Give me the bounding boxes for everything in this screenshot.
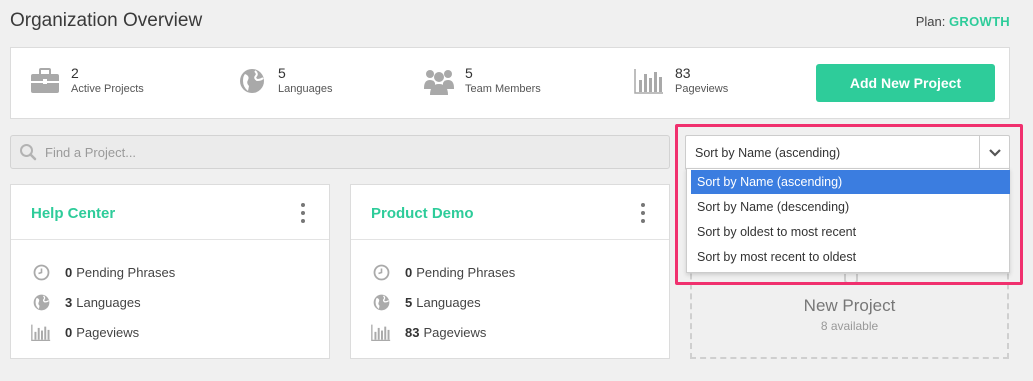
pending-phrases-metric: 0 Pending Phrases — [371, 262, 515, 282]
clock-icon — [371, 262, 391, 282]
stat-label: Active Projects — [71, 83, 144, 95]
stat-label: Team Members — [465, 83, 541, 95]
globe-icon — [371, 292, 391, 312]
page-title: Organization Overview — [10, 10, 203, 31]
plan-label: Plan: — [915, 14, 946, 29]
globe-icon — [236, 65, 268, 97]
languages-metric: 3 Languages — [31, 292, 141, 312]
stat-value: 5 — [465, 65, 473, 81]
new-project-title: New Project — [803, 296, 896, 315]
pending-phrases-metric: 0 Pending Phrases — [31, 262, 175, 282]
project-card: Help Center 0 Pending Phrases 3 Language… — [10, 184, 330, 359]
metric-value: 3 — [65, 294, 73, 310]
card-header: Help Center — [11, 185, 329, 240]
sort-option[interactable]: Sort by most recent to oldest — [691, 245, 1010, 269]
metric-label: Languages — [416, 294, 481, 310]
globe-icon — [31, 292, 51, 312]
project-name[interactable]: Product Demo — [371, 205, 474, 222]
bar-chart-icon — [31, 322, 51, 342]
metric-label: Pageviews — [76, 324, 140, 340]
metric-value: 83 — [405, 324, 420, 340]
stat-label: Languages — [278, 83, 333, 95]
add-new-project-button[interactable]: Add New Project — [816, 64, 995, 102]
metric-value: 5 — [405, 294, 413, 310]
metric-label: Pending Phrases — [416, 264, 516, 280]
card-header: Product Demo — [351, 185, 669, 240]
stat-value: 83 — [675, 65, 691, 81]
sort-dropdown: Sort by Name (ascending) Sort by Name (d… — [686, 168, 1010, 273]
metric-value: 0 — [65, 324, 73, 340]
kebab-menu-icon[interactable] — [639, 203, 647, 223]
metric-label: Pending Phrases — [76, 264, 176, 280]
stat-languages: 5 Languages — [236, 65, 332, 97]
search-box[interactable] — [10, 135, 670, 169]
project-card: Product Demo 0 Pending Phrases 5 Languag… — [350, 184, 670, 359]
briefcase-icon — [29, 65, 61, 97]
sort-option[interactable]: Sort by oldest to most recent — [691, 220, 1010, 244]
chevron-down-icon[interactable] — [979, 136, 1009, 169]
metric-value: 0 — [405, 264, 413, 280]
kebab-menu-icon[interactable] — [299, 203, 307, 223]
metric-label: Languages — [76, 294, 141, 310]
pageviews-metric: 83 Pageviews — [371, 322, 486, 342]
metric-value: 0 — [65, 264, 73, 280]
bar-chart-icon — [371, 322, 391, 342]
plan-value: GROWTH — [948, 14, 1010, 29]
sort-option[interactable]: Sort by Name (ascending) — [691, 170, 1010, 194]
stats-bar: 2 Active Projects 5 Languages 5 Team Mem… — [10, 47, 1010, 119]
stat-value: 5 — [278, 65, 286, 81]
search-input[interactable] — [45, 144, 645, 160]
stat-team-members: 5 Team Members — [423, 65, 541, 97]
team-icon — [423, 65, 455, 97]
new-project-available: 8 available — [820, 319, 879, 333]
stat-label: Pageviews — [675, 83, 729, 95]
project-name[interactable]: Help Center — [31, 205, 115, 222]
sort-option[interactable]: Sort by Name (descending) — [691, 195, 1010, 219]
stat-value: 2 — [71, 65, 79, 81]
stat-active-projects: 2 Active Projects — [29, 65, 144, 97]
languages-metric: 5 Languages — [371, 292, 481, 312]
clock-icon — [31, 262, 51, 282]
plan-indicator: Plan: GROWTH — [916, 14, 1010, 29]
sort-selected-value: Sort by Name (ascending) — [695, 145, 841, 160]
stat-pageviews: 83 Pageviews — [633, 65, 728, 97]
metric-label: Pageviews — [423, 324, 487, 340]
pageviews-metric: 0 Pageviews — [31, 322, 139, 342]
search-icon — [11, 136, 45, 168]
sort-select[interactable]: Sort by Name (ascending) — [685, 135, 1010, 170]
bar-chart-icon — [633, 65, 665, 97]
